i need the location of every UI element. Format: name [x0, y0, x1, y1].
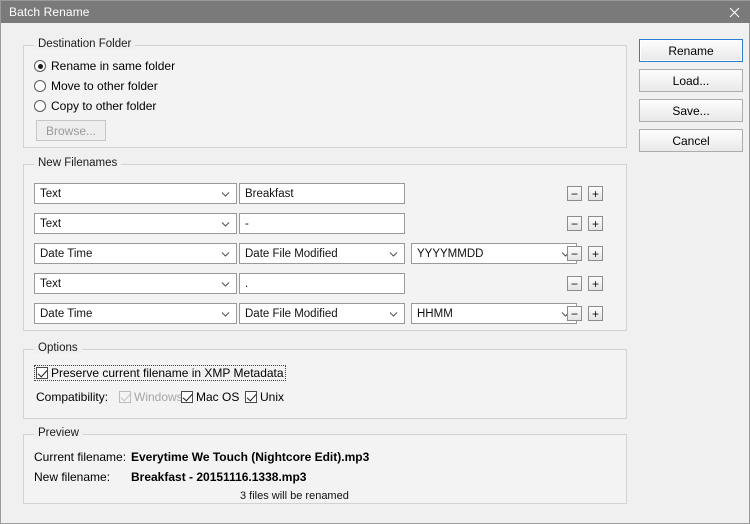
checkbox-label: Unix	[260, 390, 285, 404]
save-button[interactable]: Save...	[639, 99, 743, 122]
checkbox-compatibility-windows[interactable]: Windows	[119, 390, 183, 404]
destination-folder-group: Destination Folder Rename in same folder…	[23, 38, 627, 148]
row-3-format-select[interactable]: YYYYMMDD	[411, 243, 577, 264]
row-5-format-value: HHMM	[417, 307, 453, 320]
row-3-format-value: YYYYMMDD	[417, 247, 484, 260]
row-5-type-value: Date Time	[40, 307, 93, 320]
checkbox-icon-checked	[181, 391, 193, 403]
row-4-type-value: Text	[40, 277, 62, 290]
checkbox-label: Preserve current filename in XMP Metadat…	[51, 366, 284, 380]
destination-folder-title: Destination Folder	[34, 38, 136, 50]
close-icon[interactable]	[717, 1, 750, 23]
chevron-down-icon	[221, 279, 230, 288]
radio-rename-in-same-folder[interactable]: Rename in same folder	[34, 59, 175, 73]
row-2-remove-button[interactable]: −	[567, 216, 582, 231]
batch-rename-dialog: Batch Rename Destination Folder Rename i…	[0, 0, 750, 524]
rename-button[interactable]: Rename	[639, 39, 743, 62]
chevron-down-icon	[221, 189, 230, 198]
row-2-type-value: Text	[40, 217, 62, 230]
checkbox-icon-checked	[245, 391, 257, 403]
row-3-source-value: Date File Modified	[245, 247, 338, 260]
row-5-remove-button[interactable]: −	[567, 306, 582, 321]
radio-icon	[34, 100, 46, 112]
title-bar: Batch Rename	[1, 1, 750, 23]
chevron-down-icon	[389, 309, 398, 318]
radio-icon	[34, 80, 46, 92]
checkbox-label: Mac OS	[196, 390, 240, 404]
plus-icon: +	[591, 246, 599, 261]
checkbox-compatibility-macos[interactable]: Mac OS	[181, 390, 239, 404]
minus-icon: −	[570, 276, 578, 291]
plus-icon: +	[591, 276, 599, 291]
new-filenames-group: New Filenames Text Breakfast − + Text -	[23, 157, 627, 331]
minus-icon: −	[570, 306, 578, 321]
row-1-add-button[interactable]: +	[588, 186, 603, 201]
radio-label: Rename in same folder	[51, 59, 176, 73]
preview-group: Preview Current filename: Everytime We T…	[23, 427, 627, 504]
row-3-remove-button[interactable]: −	[567, 246, 582, 261]
minus-icon: −	[570, 186, 578, 201]
row-5-source-value: Date File Modified	[245, 307, 338, 320]
row-2-text-input[interactable]: -	[239, 213, 405, 234]
radio-copy-to-other-folder[interactable]: Copy to other folder	[34, 99, 156, 113]
row-3-type-value: Date Time	[40, 247, 93, 260]
row-5-source-select[interactable]: Date File Modified	[239, 303, 405, 324]
files-renamed-note: 3 files will be renamed	[240, 490, 349, 502]
compatibility-label: Compatibility:	[36, 390, 109, 404]
row-4-add-button[interactable]: +	[588, 276, 603, 291]
new-filename-label: New filename:	[34, 470, 111, 484]
row-1-type-value: Text	[40, 187, 62, 200]
row-2-add-button[interactable]: +	[588, 216, 603, 231]
row-4-type-select[interactable]: Text	[34, 273, 237, 294]
checkbox-preserve-filename-xmp[interactable]: Preserve current filename in XMP Metadat…	[34, 365, 286, 381]
row-1-text-input[interactable]: Breakfast	[239, 183, 405, 204]
load-button[interactable]: Load...	[639, 69, 743, 92]
checkbox-compatibility-unix[interactable]: Unix	[245, 390, 284, 404]
plus-icon: +	[591, 186, 599, 201]
row-3-type-select[interactable]: Date Time	[34, 243, 237, 264]
close-glyph	[729, 7, 739, 17]
browse-button[interactable]: Browse...	[36, 120, 106, 141]
radio-move-to-other-folder[interactable]: Move to other folder	[34, 79, 158, 93]
row-5-add-button[interactable]: +	[588, 306, 603, 321]
checkbox-icon-checked	[36, 367, 48, 379]
checkbox-label: Windows	[134, 390, 183, 404]
current-filename-label: Current filename:	[34, 450, 127, 464]
row-4-text-value: .	[245, 277, 249, 290]
options-title: Options	[34, 342, 82, 354]
plus-icon: +	[591, 216, 599, 231]
row-3-source-select[interactable]: Date File Modified	[239, 243, 405, 264]
checkbox-icon-checked-disabled	[119, 391, 131, 403]
minus-icon: −	[570, 246, 578, 261]
row-5-format-select[interactable]: HHMM	[411, 303, 577, 324]
new-filenames-title: New Filenames	[34, 157, 122, 169]
plus-icon: +	[591, 306, 599, 321]
new-filename-value: Breakfast - 20151116.1338.mp3	[131, 470, 307, 484]
row-4-remove-button[interactable]: −	[567, 276, 582, 291]
row-5-type-select[interactable]: Date Time	[34, 303, 237, 324]
row-1-text-value: Breakfast	[245, 187, 294, 200]
cancel-button[interactable]: Cancel	[639, 129, 743, 152]
radio-icon-selected	[34, 60, 46, 72]
row-2-text-value: -	[245, 217, 249, 230]
row-4-text-input[interactable]: .	[239, 273, 405, 294]
row-1-remove-button[interactable]: −	[567, 186, 582, 201]
chevron-down-icon	[221, 249, 230, 258]
options-group: Options Preserve current filename in XMP…	[23, 342, 627, 419]
chevron-down-icon	[389, 249, 398, 258]
chevron-down-icon	[221, 219, 230, 228]
chevron-down-icon	[221, 309, 230, 318]
row-3-add-button[interactable]: +	[588, 246, 603, 261]
radio-label: Move to other folder	[51, 79, 158, 93]
radio-label: Copy to other folder	[51, 99, 157, 113]
preview-title: Preview	[34, 427, 83, 439]
minus-icon: −	[570, 216, 578, 231]
row-1-type-select[interactable]: Text	[34, 183, 237, 204]
current-filename-value: Everytime We Touch (Nightcore Edit).mp3	[131, 450, 370, 464]
window-title: Batch Rename	[9, 5, 90, 19]
row-2-type-select[interactable]: Text	[34, 213, 237, 234]
